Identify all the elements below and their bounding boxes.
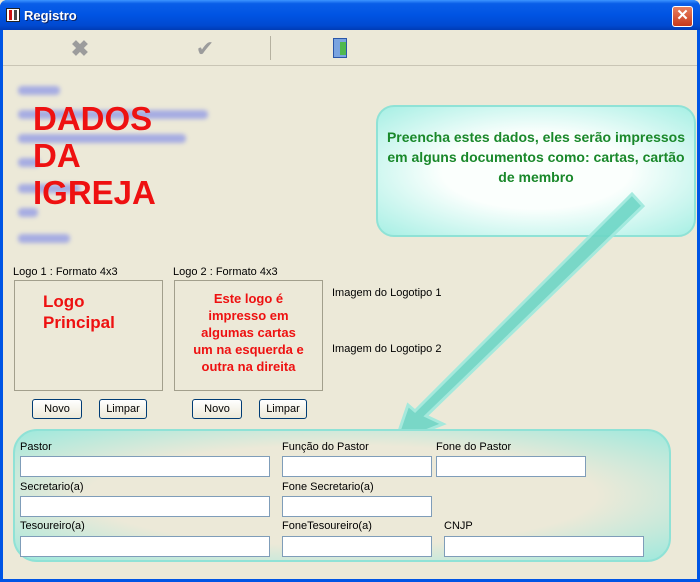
pastor-phone-label: Fone do Pastor <box>436 441 512 453</box>
info-callout: Preencha estes dados, eles serão impress… <box>376 105 696 237</box>
logo1-new-button[interactable]: Novo <box>32 399 82 419</box>
dados-da-igreja-annotation: DADOS DA IGREJA <box>33 100 156 211</box>
logo2-overlay-text: Este logo é impresso em algumas cartas u… <box>193 291 304 374</box>
x-cancel-icon: ✖ <box>70 36 90 61</box>
logo2-label: Logo 2 : Formato 4x3 <box>173 266 278 278</box>
logo1-label: Logo 1 : Formato 4x3 <box>13 266 118 278</box>
logo1-overlay-text: Logo Principal <box>43 292 115 332</box>
secretary-input[interactable] <box>20 496 270 517</box>
pastor-input[interactable] <box>20 456 270 477</box>
cancel-button[interactable]: ✖ <box>65 36 95 62</box>
pastor-function-label: Função do Pastor <box>282 441 369 453</box>
door-exit-icon[interactable] <box>333 38 347 58</box>
title-bar[interactable]: Registro ✕ <box>0 0 700 30</box>
logo2-image-box[interactable]: Este logo é impresso em algumas cartas u… <box>174 280 323 391</box>
pastor-function-input[interactable] <box>282 456 432 477</box>
secretary-label: Secretario(a) <box>20 481 84 493</box>
app-icon <box>6 8 20 22</box>
secretary-phone-input[interactable] <box>282 496 432 517</box>
close-button[interactable]: ✕ <box>672 6 693 27</box>
confirm-button[interactable]: ✔ <box>190 36 220 62</box>
logo1-clear-button[interactable]: Limpar <box>99 399 147 419</box>
logo1-image-caption: Imagem do Logotipo 1 <box>332 287 442 299</box>
logo2-clear-button[interactable]: Limpar <box>259 399 307 419</box>
treasurer-label: Tesoureiro(a) <box>20 520 85 532</box>
pastor-phone-input[interactable] <box>436 456 586 477</box>
treasurer-input[interactable] <box>20 536 270 557</box>
registro-window: Registro ✕ ✖ ✔ DADOS DA IGREJA Preencha … <box>0 0 700 582</box>
window-title: Registro <box>24 8 77 23</box>
pastor-label: Pastor <box>20 441 52 453</box>
logo1-image-box[interactable]: Logo Principal <box>14 280 163 391</box>
cnpj-input[interactable] <box>444 536 644 557</box>
info-callout-text: Preencha estes dados, eles serão impress… <box>386 129 686 185</box>
logo2-image-caption: Imagem do Logotipo 2 <box>332 343 442 355</box>
secretary-phone-label: Fone Secretario(a) <box>282 481 374 493</box>
treasurer-phone-input[interactable] <box>282 536 432 557</box>
logo2-new-button[interactable]: Novo <box>192 399 242 419</box>
toolbar-separator <box>270 36 271 60</box>
cnpj-label: CNJP <box>444 520 473 532</box>
checkmark-icon: ✔ <box>195 36 215 61</box>
window-client-area: ✖ ✔ DADOS DA IGREJA Preencha estes dados… <box>3 30 697 579</box>
toolbar: ✖ ✔ <box>3 30 697 66</box>
treasurer-phone-label: FoneTesoureiro(a) <box>282 520 372 532</box>
